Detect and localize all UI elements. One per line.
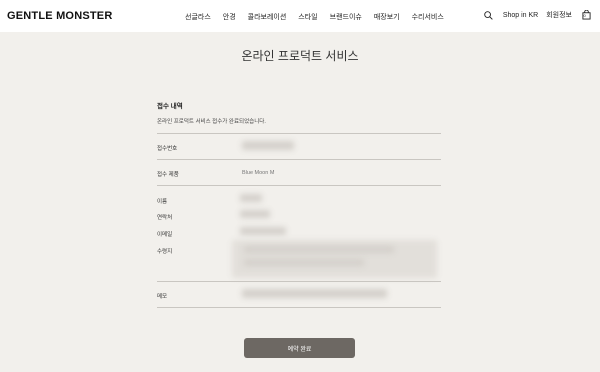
product-value: Blue Moon M <box>242 170 275 176</box>
email-label: 이메일 <box>157 232 173 238</box>
page-title: 온라인 프로덕트 서비스 <box>241 49 359 63</box>
top-header: GENTLE MONSTER 선글라스 안경 콜라보레이션 스타일 브랜드이슈 … <box>0 0 600 32</box>
section-title: 접수 내역 <box>157 103 183 110</box>
divider <box>157 159 441 160</box>
name-redacted <box>240 194 262 202</box>
nav-item-stores[interactable]: 매장보기 <box>374 12 400 22</box>
divider <box>157 133 441 134</box>
divider <box>157 281 441 282</box>
email-redacted <box>240 227 286 235</box>
divider <box>157 307 441 308</box>
address-label: 수령지 <box>157 249 173 255</box>
reception-number-redacted <box>242 141 294 150</box>
section-description: 온라인 프로덕트 서비스 접수가 완료되었습니다. <box>157 119 266 125</box>
member-info-link[interactable]: 회원정보 <box>546 10 572 20</box>
nav-item-sunglasses[interactable]: 선글라스 <box>185 12 211 22</box>
memo-redacted <box>242 289 387 298</box>
divider <box>157 185 441 186</box>
address-redacted-line <box>244 246 394 253</box>
main-nav: 선글라스 안경 콜라보레이션 스타일 브랜드이슈 매장보기 수리서비스 <box>185 12 456 22</box>
receipt-section-header: 접수 내역 온라인 프로덕트 서비스 접수가 완료되었습니다. <box>157 100 441 125</box>
brand-logo[interactable]: GENTLE MONSTER <box>7 10 112 22</box>
nav-item-style[interactable]: 스타일 <box>298 12 317 22</box>
reservation-complete-button[interactable]: 예약 완료 <box>244 338 355 358</box>
header-utility-menu: Shop in KR 회원정보 0 <box>483 9 592 21</box>
search-icon[interactable] <box>483 9 495 21</box>
phone-redacted <box>240 210 270 218</box>
reception-number-label: 접수번호 <box>157 146 178 152</box>
address-redacted-line <box>244 259 364 266</box>
shop-region-link[interactable]: Shop in KR <box>503 12 538 19</box>
nav-item-brand-issue[interactable]: 브랜드이슈 <box>330 12 362 22</box>
nav-item-glasses[interactable]: 안경 <box>223 12 236 22</box>
memo-label: 메모 <box>157 294 168 300</box>
phone-label: 연락처 <box>157 215 173 221</box>
nav-item-collaboration[interactable]: 콜라보레이션 <box>248 12 287 22</box>
product-label: 접수 제품 <box>157 172 179 178</box>
cart-count-badge: 0 <box>583 13 586 18</box>
cart-icon[interactable]: 0 <box>580 9 592 21</box>
name-label: 이름 <box>157 199 168 205</box>
nav-item-repair-service[interactable]: 수리서비스 <box>412 12 444 22</box>
